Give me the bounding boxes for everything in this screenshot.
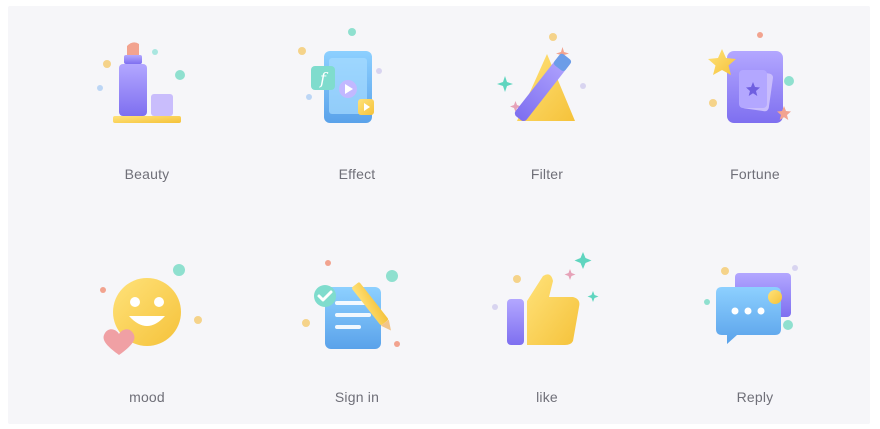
- lipstick-icon: [97, 42, 185, 123]
- icon-label: like: [536, 389, 558, 405]
- clipboard-pen-icon: [302, 260, 400, 349]
- icon-board: Beauty f Effect Filter Fortune mood Sign…: [8, 6, 870, 424]
- icon-item-sign-in[interactable]: Sign in: [267, 249, 447, 419]
- icon-label: Effect: [338, 166, 376, 182]
- icon-label: Fortune: [730, 166, 780, 182]
- icon-item-reply[interactable]: Reply: [665, 249, 845, 419]
- icon-label: Beauty: [124, 166, 170, 182]
- icon-item-filter[interactable]: Filter: [457, 22, 637, 192]
- chat-bubble-icon: [704, 265, 798, 344]
- magic-wand-icon: [497, 33, 586, 122]
- icon-item-like[interactable]: like: [457, 249, 637, 419]
- tablet-effect-icon: f: [298, 28, 382, 123]
- icon-item-fortune[interactable]: Fortune: [665, 22, 845, 192]
- icon-label: Sign in: [334, 389, 380, 405]
- icon-item-beauty[interactable]: Beauty: [57, 22, 237, 192]
- icon-label: mood: [129, 389, 165, 405]
- tarot-card-icon: [708, 32, 794, 123]
- thumbs-up-icon: [492, 252, 599, 345]
- icon-item-effect[interactable]: f Effect: [267, 22, 447, 192]
- icon-item-mood[interactable]: mood: [57, 249, 237, 419]
- icon-label: Filter: [530, 166, 564, 182]
- smiley-heart-icon: [100, 264, 202, 355]
- icon-label: Reply: [736, 389, 774, 405]
